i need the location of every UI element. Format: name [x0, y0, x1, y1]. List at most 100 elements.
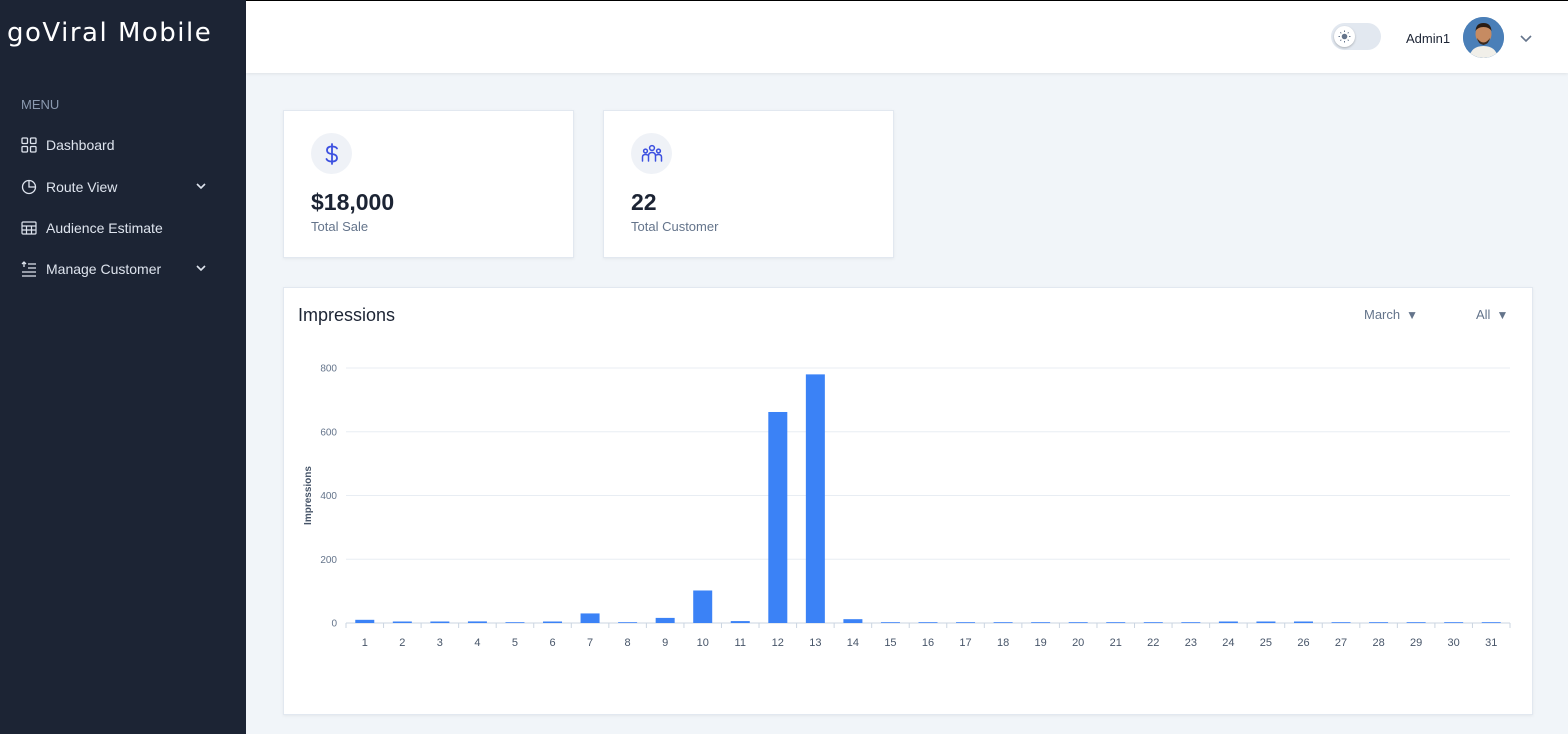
bar: [1106, 622, 1126, 623]
sidebar-item-label: Dashboard: [46, 137, 115, 153]
x-tick-label: 23: [1185, 637, 1197, 649]
bar: [618, 622, 638, 623]
bar: [993, 622, 1013, 623]
impressions-chart-card: Impressions March ▼ All ▼ 0 200 400 600 800 I…: [283, 287, 1533, 715]
x-tick-label: 19: [1035, 637, 1047, 649]
bar: [430, 621, 450, 623]
user-name[interactable]: Admin1: [1406, 31, 1450, 46]
y-tick-label: 0: [331, 619, 337, 630]
x-tick-label: 25: [1260, 637, 1272, 649]
bar: [1481, 622, 1501, 623]
sidebar-item-manage-customer[interactable]: Manage Customer: [21, 256, 221, 282]
table-icon: [21, 220, 37, 236]
x-tick-label: 13: [809, 637, 821, 649]
pie-chart-icon: [21, 179, 37, 195]
sidebar-item-route-view[interactable]: Route View: [21, 174, 221, 200]
users-icon: [631, 133, 672, 174]
sidebar-item-dashboard[interactable]: Dashboard: [21, 132, 221, 158]
bar: [1331, 622, 1351, 623]
x-tick-label: 22: [1147, 637, 1159, 649]
grid-icon: [21, 137, 37, 153]
x-tick-label: 6: [549, 637, 555, 649]
bar: [843, 619, 863, 623]
x-tick-label: 16: [922, 637, 934, 649]
bar: [355, 619, 375, 623]
bar: [467, 621, 487, 623]
bar: [1031, 622, 1051, 623]
app-logo[interactable]: goViral Mobile: [7, 18, 212, 48]
avatar[interactable]: [1463, 17, 1504, 58]
x-tick-label: 9: [662, 637, 668, 649]
y-tick-label: 400: [320, 491, 337, 502]
x-tick-label: 20: [1072, 637, 1084, 649]
bar: [1444, 622, 1464, 623]
menu-title: MENU: [21, 97, 60, 112]
sidebar-item-label: Audience Estimate: [46, 220, 163, 236]
chevron-down-icon: [196, 183, 206, 190]
x-tick-label: 17: [959, 637, 971, 649]
x-tick-label: 8: [625, 637, 631, 649]
x-tick-label: 30: [1448, 637, 1460, 649]
bar: [580, 613, 600, 623]
stat-card-total-sale: $18,000 Total Sale: [283, 110, 574, 258]
list-icon: [21, 261, 37, 277]
x-tick-label: 1: [362, 637, 368, 649]
sidebar-item-label: Manage Customer: [46, 261, 162, 277]
bar: [1256, 621, 1276, 623]
sidebar-item-audience-estimate[interactable]: Audience Estimate: [21, 215, 221, 241]
bar: [805, 374, 825, 623]
stat-label: Total Sale: [311, 219, 369, 234]
sidebar-item-label: Route View: [46, 179, 118, 195]
y-tick-label: 600: [320, 427, 337, 438]
bar: [880, 622, 900, 623]
bar: [693, 590, 713, 623]
bar: [505, 622, 525, 623]
bar: [1369, 622, 1389, 623]
x-tick-label: 7: [587, 637, 593, 649]
bar: [918, 622, 938, 623]
bar: [730, 621, 750, 623]
x-tick-label: 5: [512, 637, 518, 649]
bar: [1068, 622, 1088, 623]
stat-label: Total Customer: [631, 219, 719, 234]
x-tick-label: 15: [884, 637, 896, 649]
y-tick-label: 800: [320, 364, 337, 375]
stat-value: $18,000: [311, 189, 395, 215]
y-axis-label: Impressions: [303, 466, 314, 525]
bar: [543, 621, 563, 623]
bar: [1293, 621, 1313, 623]
bar: [1143, 622, 1163, 623]
theme-toggle[interactable]: [1331, 23, 1381, 50]
x-tick-label: 14: [847, 637, 859, 649]
x-tick-label: 26: [1297, 637, 1309, 649]
x-tick-label: 10: [697, 637, 709, 649]
x-tick-label: 31: [1485, 637, 1497, 649]
bar: [1406, 622, 1426, 623]
sun-icon: [1334, 26, 1355, 47]
chevron-down-icon[interactable]: [1519, 31, 1533, 45]
sidebar: goViral Mobile MENU Dashboard Route View: [0, 0, 246, 734]
bar: [956, 622, 976, 623]
x-tick-label: 11: [735, 637, 746, 649]
impressions-bar-chart: 0200400600800Impressions1 2 3 4 5 6 7 8 9 10 11 12 1…: [303, 364, 1511, 649]
stat-card-total-customer: 22 Total Customer: [603, 110, 894, 258]
x-tick-label: 27: [1335, 637, 1347, 649]
x-tick-label: 21: [1110, 637, 1122, 649]
dollar-icon: [311, 133, 352, 174]
x-tick-label: 4: [474, 637, 480, 649]
chevron-down-icon: [196, 265, 206, 272]
bar: [392, 621, 412, 623]
x-tick-label: 3: [437, 637, 443, 649]
bar: [1218, 621, 1238, 623]
x-tick-label: 24: [1222, 637, 1234, 649]
bar: [768, 411, 788, 623]
x-tick-label: 12: [772, 637, 784, 649]
x-tick-label: 18: [997, 637, 1009, 649]
bar: [1181, 622, 1201, 623]
y-tick-label: 200: [320, 555, 337, 566]
x-tick-label: 28: [1372, 637, 1384, 649]
x-tick-label: 2: [399, 637, 405, 649]
bar: [655, 617, 675, 623]
top-header: Admin1: [246, 0, 1568, 73]
stat-value: 22: [631, 189, 657, 215]
